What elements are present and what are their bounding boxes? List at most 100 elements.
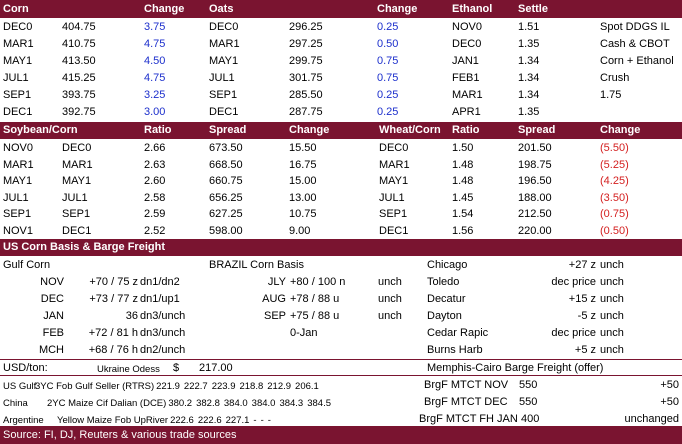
corn-price: 393.75 (62, 89, 96, 101)
oats-price: 285.50 (289, 89, 323, 101)
fob-line: China 2YC Maize Cif Dalian (DCE) 380.2 382.… (3, 395, 335, 412)
city-basis: +5 z (574, 344, 596, 356)
col-ratio: Ratio (144, 124, 172, 136)
oats-price: 297.25 (289, 38, 323, 50)
sc-spread: 673.50 (209, 142, 243, 154)
sc-spread: 660.75 (209, 175, 243, 188)
ethanol-month: APR1 (452, 106, 481, 118)
corn-change: 4.75 (144, 72, 166, 84)
soy-month: SEP1 (3, 208, 32, 221)
gulf-basis: +70 / 75 z (89, 276, 138, 288)
city-name: Burns Harb (427, 344, 483, 356)
sc-ratio: 2.52 (144, 225, 166, 237)
barge-offer: 550 (519, 396, 538, 408)
city-name: Cedar Rapic (427, 327, 489, 339)
brazil-basis-label: BRAZIL Corn Basis (209, 259, 304, 271)
city-change: unch (600, 327, 624, 339)
market-report: Corn Change Oats Change Ethanol Settle D… (0, 0, 682, 444)
fob-value: 222.7 (183, 381, 208, 392)
wc-corn-month: MAY1 (379, 175, 409, 188)
soy-month: MAY1 (3, 175, 33, 188)
oats-change: 0.75 (377, 72, 399, 84)
city-change: unch (600, 293, 624, 305)
oats-change: 0.25 (377, 21, 399, 33)
city-change: unch (600, 344, 624, 356)
corn-month: MAY1 (62, 175, 92, 188)
source-note: Source: FI, DJ, Reuters & various trade … (3, 429, 237, 441)
ethanol-settle: 1.51 (518, 21, 540, 33)
gulf-basis: +68 / 76 h (88, 344, 138, 356)
sc-change: 16.75 (289, 158, 317, 171)
wc-corn-month: JUL1 (379, 191, 405, 204)
corn-month: SEP1 (3, 89, 32, 101)
fob-value: 222.6 (170, 415, 194, 426)
sc-ratio: 2.59 (144, 208, 166, 221)
barge-change: +50 (660, 396, 679, 408)
ethanol-month: DEC0 (452, 38, 482, 50)
ethanol-month: JAN1 (452, 55, 479, 67)
fob-value: - (267, 415, 271, 426)
corn-month: SEP1 (62, 208, 91, 221)
barge-month: BrgF MTCT NOV (424, 379, 509, 391)
ethanol-month: FEB1 (452, 72, 480, 84)
col-oats: Oats (209, 3, 234, 15)
oats-price: 287.75 (289, 106, 323, 118)
corn-month: MAR1 (3, 38, 34, 50)
gulf-basis: 36 (125, 310, 138, 322)
corn-price: 415.25 (62, 72, 96, 84)
oats-change: 0.25 (377, 106, 399, 118)
wc-spread: 212.50 (518, 208, 552, 221)
fob-line: US Gulf3YC Fob Gulf Seller (RTRS) 221.9 22… (3, 378, 323, 395)
ethanol-settle: 1.34 (518, 72, 540, 84)
corn-month: JUL1 (62, 191, 88, 204)
fob-value: 223.9 (211, 381, 236, 392)
gulf-change: dn1/dn2 (140, 276, 180, 288)
col-spread: Spread (209, 124, 247, 136)
wc-change: (0.75) (600, 208, 629, 221)
fob-value: 212.9 (267, 381, 292, 392)
oats-month: JUL1 (209, 72, 235, 84)
brazil-month: AUG (262, 293, 286, 305)
fob-value: 221.9 (156, 381, 180, 392)
wc-ratio: 1.48 (452, 158, 474, 171)
ethanol-settle: 1.35 (518, 38, 540, 50)
wc-change: (5.25) (600, 158, 629, 171)
fob-value: 227.1 (225, 415, 250, 426)
ethanol-month: NOV0 (452, 21, 482, 33)
wc-change: (4.25) (600, 175, 629, 188)
top-header-bar (0, 0, 682, 18)
corn-month: DEC1 (62, 225, 92, 237)
brazil-month: SEP (263, 310, 286, 322)
wc-spread: 196.50 (518, 175, 552, 188)
barge-change: +50 (660, 379, 679, 391)
gulf-change: dn3/unch (140, 327, 186, 339)
city-basis: +15 z (568, 293, 596, 305)
fob-value: 384.5 (307, 398, 331, 409)
city-basis: dec price (551, 276, 596, 288)
fob-product: Yellow Maize Fob UpRiver (57, 415, 169, 426)
ethanol-settle: 1.34 (518, 55, 540, 67)
sc-change: 15.00 (289, 175, 317, 188)
col-wheat-corn: Wheat/Corn (379, 124, 441, 136)
corn-change: 3.25 (144, 89, 166, 101)
col-change2: Change (377, 3, 418, 15)
city-change: unch (600, 276, 624, 288)
oats-price: 301.75 (289, 72, 323, 84)
corn-price: 404.75 (62, 21, 96, 33)
barge-offer: 550 (519, 379, 538, 391)
col-ratio2: Ratio (452, 124, 480, 136)
spread-header-bar (0, 122, 682, 139)
sc-ratio: 2.66 (144, 142, 166, 154)
note: Crush (600, 72, 630, 84)
soy-month: NOV1 (3, 225, 33, 237)
oats-month: MAR1 (209, 38, 240, 50)
basis-title: US Corn Basis & Barge Freight (3, 241, 165, 253)
fob-value: 384.3 (279, 398, 304, 409)
oats-month: DEC0 (209, 21, 239, 33)
corn-month: DEC0 (3, 21, 33, 33)
sc-change: 10.75 (289, 208, 317, 221)
oats-change: 0.25 (377, 89, 399, 101)
fob-value: - (260, 415, 264, 426)
corn-month: DEC1 (3, 106, 33, 118)
barge-month: BrgF MTCT DEC (424, 396, 508, 408)
